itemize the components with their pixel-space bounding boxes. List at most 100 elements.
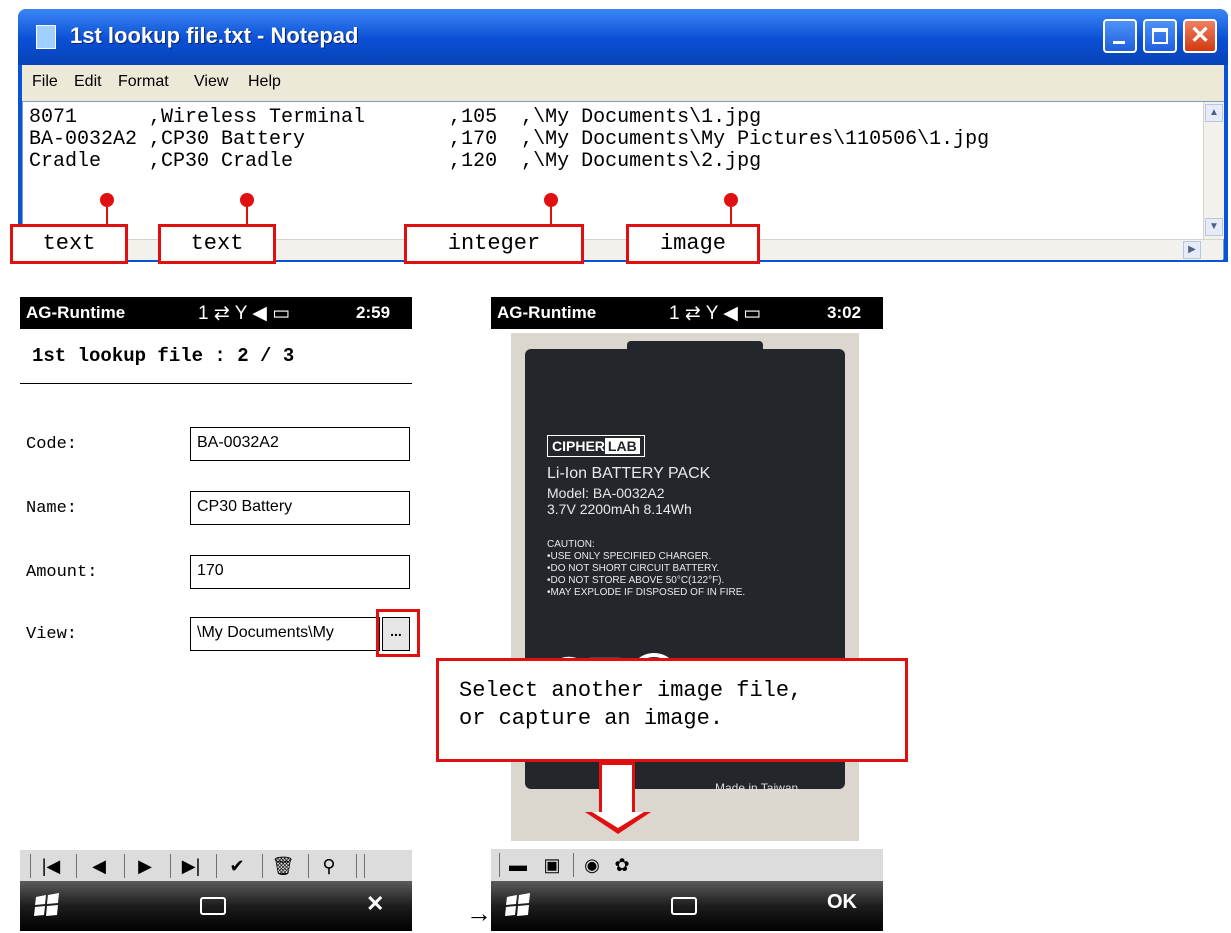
phone-screen-lookup: AG-Runtime 1 ⇄ Y ◀ ▭ 2:59 1st lookup fil… — [20, 297, 420, 931]
field-type-label: integer — [404, 224, 584, 264]
windows-start-icon[interactable] — [34, 893, 60, 917]
image-viewer: CIPHER LAB Li-Ion BATTERY PACK Model: BA-… — [491, 329, 883, 881]
toolbar-separator — [30, 854, 31, 878]
status-icons: 1 ⇄ Y ◀ ▭ — [198, 303, 291, 324]
code-field[interactable]: BA-0032A2 — [190, 427, 410, 461]
notepad-icon — [36, 25, 56, 49]
name-field[interactable]: CP30 Battery — [190, 491, 410, 525]
annotation-dot — [240, 193, 254, 207]
battery-photo: CIPHER LAB Li-Ion BATTERY PACK Model: BA-… — [511, 333, 859, 841]
close-button[interactable]: ✕ — [1183, 19, 1217, 53]
vertical-scrollbar[interactable]: ▲ ▼ — [1203, 102, 1224, 239]
battery-model: Model: BA-0032A2 — [547, 485, 665, 501]
confirm-icon[interactable]: ✔ — [220, 854, 254, 878]
first-record-icon[interactable]: |◀ — [34, 854, 68, 878]
maximize-button[interactable] — [1143, 19, 1177, 53]
toolbar-separator — [499, 853, 500, 877]
softkey-bar: ✕ — [20, 881, 412, 931]
browse-highlight — [376, 609, 420, 657]
toolbar-separator — [356, 854, 357, 878]
app-name: AG-Runtime — [497, 303, 597, 322]
caution-line: •DO NOT SHORT CIRCUIT BATTERY. — [547, 563, 720, 574]
code-label: Code: — [26, 435, 78, 454]
made-in-label: Made in Taiwan — [715, 781, 799, 795]
form-body: 1st lookup file : 2 / 3 Code: BA-0032A2 … — [20, 329, 420, 882]
toolbar-separator — [308, 854, 309, 878]
view-label: View: — [26, 625, 78, 644]
close-icon: ✕ — [1189, 22, 1211, 49]
menu-file[interactable]: File — [32, 73, 58, 91]
keyboard-icon[interactable] — [200, 897, 226, 915]
text-line: 8071 ,Wireless Terminal ,105 ,\My Docume… — [29, 106, 762, 129]
scroll-right-icon[interactable]: ▶ — [1183, 241, 1201, 259]
clock: 2:59 — [356, 303, 391, 322]
record-toolbar: |◀ ◀ ▶ ▶| ✔ 🗑 ⚲ — [20, 849, 412, 882]
image-toolbar: ▬ ▣ ◉ ✿ — [491, 849, 883, 881]
window-title: 1st lookup file.txt - Notepad — [70, 23, 359, 48]
callout-arrow — [599, 762, 635, 814]
battery-title: Li-Ion BATTERY PACK — [547, 465, 711, 482]
menu-edit[interactable]: Edit — [74, 73, 102, 91]
toolbar-separator — [364, 854, 365, 878]
toolbar-separator — [124, 854, 125, 878]
caution-line: •USE ONLY SPECIFIED CHARGER. — [547, 551, 712, 562]
field-type-label: text — [158, 224, 276, 264]
text-line: BA-0032A2 ,CP30 Battery ,170 ,\My Docume… — [29, 128, 990, 151]
cipherlab-logo: CIPHER LAB — [547, 435, 645, 457]
previous-record-icon[interactable]: ◀ — [82, 854, 116, 878]
delete-icon[interactable]: 🗑 — [266, 854, 300, 878]
minimize-button[interactable] — [1103, 19, 1137, 53]
camera-icon[interactable]: ◉ — [577, 853, 607, 877]
keyboard-icon[interactable] — [671, 897, 697, 915]
callout-text: Select another image file, — [459, 678, 803, 703]
status-icons: 1 ⇄ Y ◀ ▭ — [669, 303, 762, 324]
status-bar: AG-Runtime 1 ⇄ Y ◀ ▭ 2:59 — [20, 297, 412, 329]
annotation-dot — [100, 193, 114, 207]
last-record-icon[interactable]: ▶| — [174, 854, 208, 878]
record-counter: 1st lookup file : 2 / 3 — [32, 345, 295, 367]
close-softkey[interactable]: ✕ — [366, 891, 384, 917]
caution-line: •DO NOT STORE ABOVE 50°C(122°F). — [547, 575, 725, 586]
toolbar-separator — [573, 853, 574, 877]
search-icon[interactable]: ⚲ — [312, 854, 346, 878]
scroll-down-icon[interactable]: ▼ — [1205, 218, 1223, 236]
app-name: AG-Runtime — [26, 303, 126, 322]
amount-label: Amount: — [26, 563, 98, 582]
toolbar-separator — [170, 854, 171, 878]
clock: 3:02 — [827, 303, 862, 322]
toolbar-separator — [216, 854, 217, 878]
battery-spec: 3.7V 2200mAh 8.14Wh — [547, 501, 692, 517]
save-icon[interactable]: ▣ — [537, 853, 567, 877]
transition-arrow: → — [466, 898, 492, 928]
settings-icon[interactable]: ✿ — [607, 853, 637, 877]
caution-line: •MAY EXPLODE IF DISPOSED OF IN FIRE. — [547, 587, 746, 598]
field-type-label: text — [10, 224, 128, 264]
record-header: 1st lookup file : 2 / 3 — [20, 329, 412, 384]
callout-arrowhead-fill — [592, 812, 644, 828]
battery-tab — [627, 341, 763, 387]
status-bar: AG-Runtime 1 ⇄ Y ◀ ▭ 3:02 — [491, 297, 883, 329]
open-folder-icon[interactable]: ▬ — [503, 853, 533, 877]
title-bar[interactable]: 1st lookup file.txt - Notepad ✕ — [18, 9, 1228, 65]
toolbar-separator — [262, 854, 263, 878]
menu-view[interactable]: View — [194, 73, 228, 91]
amount-field[interactable]: 170 — [190, 555, 410, 589]
windows-start-icon[interactable] — [505, 893, 531, 917]
caution-title: CAUTION: — [547, 539, 595, 550]
annotation-dot — [724, 193, 738, 207]
menu-bar: File Edit Format View Help — [22, 65, 1224, 101]
menu-format[interactable]: Format — [118, 73, 169, 91]
ok-softkey[interactable]: OK — [827, 891, 857, 914]
toolbar-separator — [76, 854, 77, 878]
callout-box: Select another image file, or capture an… — [436, 658, 908, 762]
next-record-icon[interactable]: ▶ — [128, 854, 162, 878]
scroll-up-icon[interactable]: ▲ — [1205, 104, 1223, 122]
callout-text: or capture an image. — [459, 706, 724, 731]
menu-help[interactable]: Help — [248, 73, 281, 91]
text-line: Cradle ,CP30 Cradle ,120 ,\My Documents\… — [29, 150, 762, 173]
annotation-dot — [544, 193, 558, 207]
view-field[interactable]: \My Documents\My — [190, 617, 380, 651]
field-type-label: image — [626, 224, 760, 264]
softkey-bar: OK — [491, 881, 883, 931]
name-label: Name: — [26, 499, 78, 518]
